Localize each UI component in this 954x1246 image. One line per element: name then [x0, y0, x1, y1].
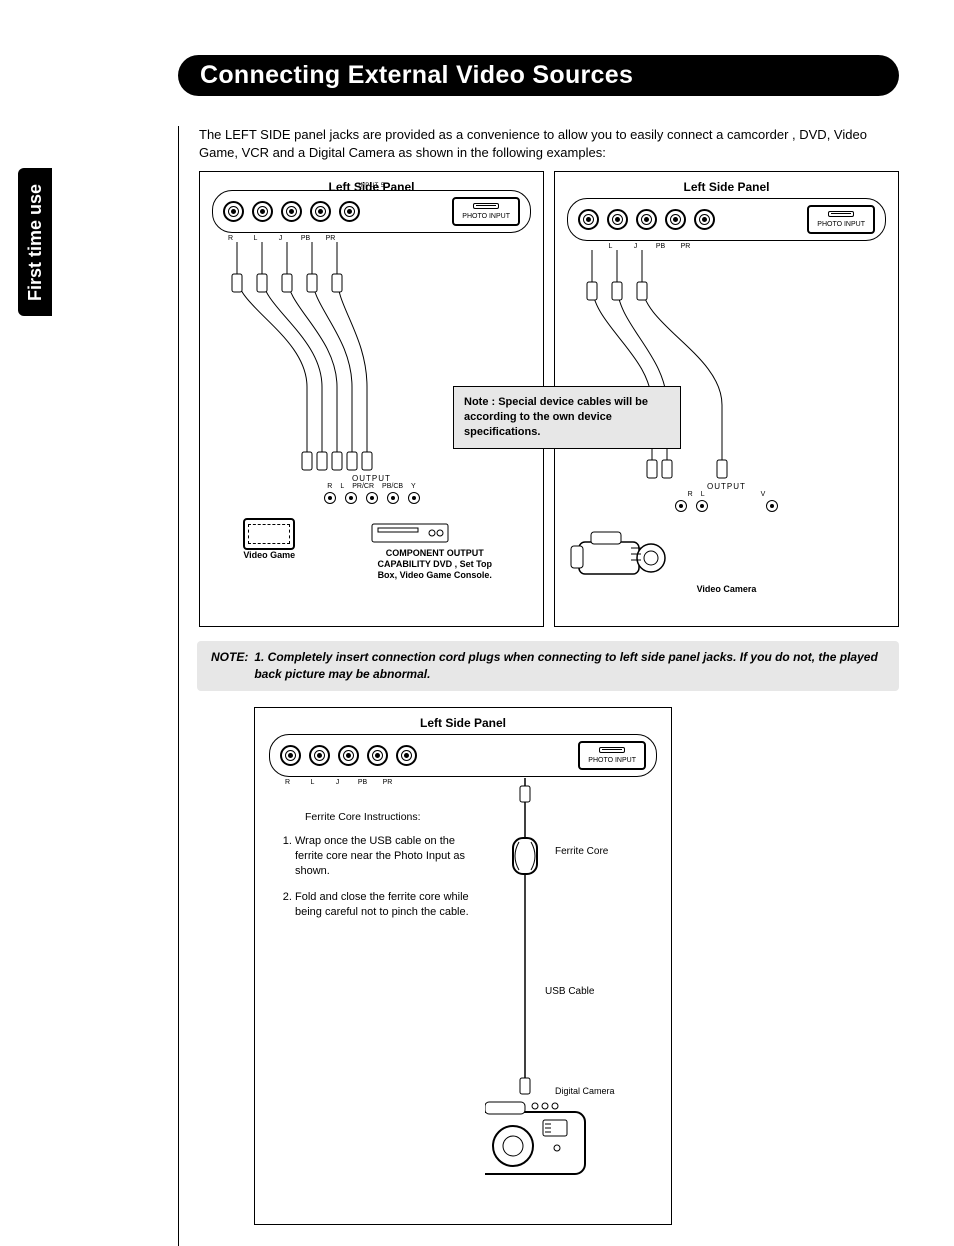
photo-input-port: PHOTO INPUT	[452, 197, 520, 226]
mini-jack-icon	[675, 500, 687, 512]
diagram-digital-camera: Left Side Panel PHOTO INPUT R L J P	[254, 707, 672, 1225]
photo-input-label: PHOTO INPUT	[588, 757, 636, 764]
section-tab: First time use	[18, 168, 52, 316]
mini-jack-icon	[696, 500, 708, 512]
usb-cable-diagram	[485, 778, 645, 1178]
output-label: OUTPUT	[206, 474, 537, 483]
jack-label: J	[627, 243, 644, 250]
term: PR/CR	[352, 483, 374, 490]
mini-jack-icon	[766, 500, 778, 512]
jack-label: PR	[677, 243, 694, 250]
jack-label: PB	[354, 779, 371, 786]
jack-icon	[223, 201, 244, 222]
note-bar: NOTE: 1. Completely insert connection co…	[197, 641, 899, 691]
jack-label: L	[602, 243, 619, 250]
ferrite-core-callout: Ferrite Core	[555, 846, 608, 857]
panel-label: Left Side Panel	[263, 716, 663, 730]
video-camera-icon	[561, 524, 681, 584]
title-bar: Connecting External Video Sources	[178, 55, 899, 96]
output-label: OUTPUT	[561, 482, 892, 491]
term: PB/CB	[382, 483, 403, 490]
section-tab-label: First time use	[18, 168, 52, 316]
mini-jack-icon	[387, 492, 399, 504]
term: L	[701, 491, 705, 498]
term: Y	[411, 483, 416, 490]
ferrite-instructions: Ferrite Core Instructions: Wrap once the…	[275, 810, 485, 932]
ferrite-step: Fold and close the ferrite core while be…	[295, 890, 485, 920]
jack-label: J	[272, 235, 289, 242]
jack-icon	[309, 745, 330, 766]
jack-icon	[694, 209, 715, 230]
term: R	[688, 491, 693, 498]
photo-input-label: PHOTO INPUT	[817, 221, 865, 228]
jack-label: L	[304, 779, 321, 786]
inputs-label: INPUT 5	[206, 183, 537, 189]
mini-jack-icon	[324, 492, 336, 504]
component-device-label: COMPONENT OUTPUT CAPABILITY DVD , Set To…	[370, 548, 500, 580]
video-game-label: Video Game	[243, 550, 295, 561]
jack-icon	[252, 201, 273, 222]
jack-label: PR	[379, 779, 396, 786]
usb-cable-callout: USB Cable	[545, 986, 594, 997]
video-camera-label: Video Camera	[561, 584, 892, 595]
jack-label: PB	[652, 243, 669, 250]
jack-icon	[338, 745, 359, 766]
jack-panel: PHOTO INPUT	[212, 190, 531, 233]
photo-input-label: PHOTO INPUT	[462, 213, 510, 220]
ferrite-step: Wrap once the USB cable on the ferrite c…	[295, 834, 485, 879]
jack-icon	[281, 201, 302, 222]
term: R	[327, 483, 332, 490]
mini-jack-icon	[345, 492, 357, 504]
ferrite-title: Ferrite Core Instructions:	[305, 810, 485, 824]
jack-icon	[665, 209, 686, 230]
jack-icon	[339, 201, 360, 222]
digital-camera-callout: Digital Camera	[555, 1086, 615, 1096]
mini-jack-icon	[408, 492, 420, 504]
jack-label: PB	[297, 235, 314, 242]
note-label: NOTE:	[211, 649, 248, 683]
video-game-icon	[243, 518, 295, 550]
jack-icon	[636, 209, 657, 230]
jack-label: R	[279, 779, 296, 786]
page-title: Connecting External Video Sources	[200, 61, 877, 90]
jack-icon	[396, 745, 417, 766]
intro-text: The LEFT SIDE panel jacks are provided a…	[199, 126, 899, 161]
jack-label: R	[222, 235, 239, 242]
term: L	[340, 483, 344, 490]
jack-icon	[310, 201, 331, 222]
jack-icon	[280, 745, 301, 766]
jack-label: J	[329, 779, 346, 786]
dvd-device-icon	[370, 518, 450, 548]
panel-label: Left Side Panel	[561, 180, 892, 194]
jack-icon	[607, 209, 628, 230]
jack-panel: PHOTO INPUT	[567, 198, 886, 241]
jack-label: PR	[322, 235, 339, 242]
jack-icon	[578, 209, 599, 230]
photo-input-port: PHOTO INPUT	[578, 741, 646, 770]
jack-panel: PHOTO INPUT	[269, 734, 657, 777]
device-cables-note: Note : Special device cables will be acc…	[453, 386, 681, 449]
term: V	[761, 491, 766, 498]
photo-input-port: PHOTO INPUT	[807, 205, 875, 234]
mini-jack-icon	[366, 492, 378, 504]
jack-label: L	[247, 235, 264, 242]
note-text: 1. Completely insert connection cord plu…	[254, 649, 885, 683]
jack-icon	[367, 745, 388, 766]
